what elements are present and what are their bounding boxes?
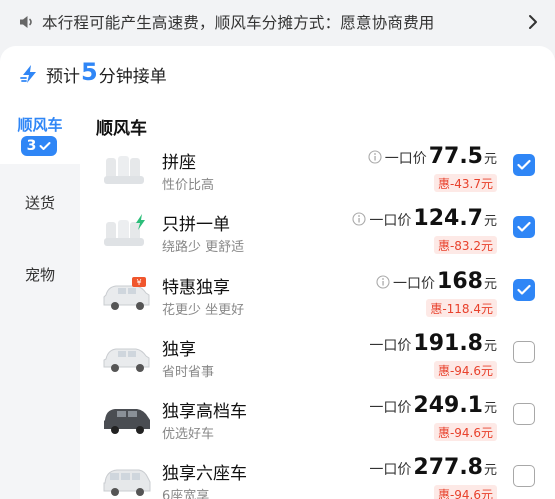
ride-name: 独享六座车 — [162, 464, 247, 484]
price-value: 124.7 — [413, 206, 483, 231]
discount-badge: 惠-94.6元 — [433, 423, 497, 441]
info-icon[interactable] — [352, 212, 366, 226]
eta-banner: 预计 5 分钟接单 — [20, 58, 167, 88]
ride-price: 一口价 77.5 元 — [368, 144, 497, 169]
suv-icon — [102, 401, 152, 437]
price-value: 77.5 — [428, 144, 483, 169]
ride-option-row[interactable]: 只拼一单绕路少 更舒适 一口价 124.7 元惠-83.2元 — [96, 204, 555, 264]
ride-checkbox[interactable] — [513, 465, 535, 487]
price-unit: 元 — [483, 401, 497, 416]
seats-icon — [102, 152, 152, 188]
ride-option-row[interactable]: 独享六座车 6座宽享 一口价 277.8 元惠-94.6元 — [96, 453, 555, 499]
price-label: 一口价 — [384, 151, 427, 167]
info-icon[interactable] — [376, 275, 390, 289]
ride-name: 独享 — [162, 340, 196, 360]
check-icon — [517, 284, 531, 295]
fast-pickup-icon — [20, 65, 36, 83]
seats-bolt-icon — [102, 214, 152, 250]
discount-badge: 惠-43.7元 — [433, 174, 497, 192]
price-value: 277.8 — [413, 455, 483, 480]
eta-prefix: 预计 — [46, 66, 80, 87]
price-value: 249.1 — [413, 393, 483, 418]
discount-badge: 惠-94.6元 — [433, 485, 497, 499]
notice-text: 本行程可能产生高速费，顺风车分摊方式：愿意协商费用 — [42, 14, 435, 32]
van-icon — [102, 463, 152, 499]
category-sidebar: 顺风车 3 送货 宠物 — [0, 102, 80, 499]
sidebar-item-label: 顺风车 — [17, 116, 63, 134]
price-label: 一口价 — [369, 462, 412, 478]
ride-name: 拼座 — [162, 153, 196, 173]
svg-text:¥: ¥ — [136, 278, 141, 287]
ride-subtitle: 花更少 坐更好 — [162, 303, 245, 318]
discount-badge: 惠-94.6元 — [433, 361, 497, 379]
info-icon[interactable] — [368, 150, 382, 164]
price-value: 191.8 — [413, 331, 483, 356]
ride-name: 独享高档车 — [162, 402, 247, 422]
ride-price: 一口价 168 元 — [376, 269, 497, 294]
sidebar-item-delivery[interactable]: 送货 — [0, 192, 80, 213]
ride-name: 特惠独享 — [162, 278, 230, 298]
ride-option-row[interactable]: 独享高档车优选好车 一口价 249.1 元惠-94.6元 — [96, 391, 555, 451]
ride-option-row[interactable]: 拼座性价比高 一口价 77.5 元惠-43.7元 — [96, 142, 555, 202]
ride-checkbox[interactable] — [513, 154, 535, 176]
ride-options-card: 预计 5 分钟接单 顺风车 3 送货 宠物 顺风车 拼座 性价比高 一口价 77.5 元… — [0, 46, 555, 499]
section-title: 顺风车 — [96, 114, 152, 140]
check-icon — [517, 159, 531, 170]
price-label: 一口价 — [393, 276, 436, 292]
car-icon — [102, 339, 152, 375]
ride-option-row[interactable]: 独享省时省事 一口价 191.8 元惠-94.6元 — [96, 329, 555, 389]
price-label: 一口价 — [369, 213, 412, 229]
ride-checkbox[interactable] — [513, 341, 535, 363]
speaker-icon — [20, 16, 32, 28]
selected-count-badge: 3 — [21, 136, 57, 156]
ride-subtitle: 性价比高 — [162, 178, 215, 193]
price-unit: 元 — [483, 339, 497, 354]
discount-badge: 惠-83.2元 — [433, 236, 497, 254]
sidebar-item-shunfengche[interactable]: 顺风车 3 — [0, 102, 80, 164]
eta-suffix: 分钟接单 — [98, 66, 167, 87]
ride-subtitle: 绕路少 更舒适 — [162, 240, 245, 255]
ride-checkbox[interactable] — [513, 216, 535, 238]
selected-count: 3 — [26, 138, 37, 154]
ride-subtitle: 省时省事 — [162, 365, 215, 380]
ride-price: 一口价 249.1 元 — [369, 393, 497, 418]
notice-bar[interactable]: 本行程可能产生高速费，顺风车分摊方式：愿意协商费用 — [0, 0, 555, 44]
chevron-right-icon[interactable] — [527, 13, 539, 31]
price-label: 一口价 — [369, 338, 412, 354]
sidebar-item-pets[interactable]: 宠物 — [0, 264, 80, 285]
ride-price: 一口价 124.7 元 — [352, 206, 497, 231]
ride-price: 一口价 277.8 元 — [369, 455, 497, 480]
ride-checkbox[interactable] — [513, 403, 535, 425]
ride-name: 只拼一单 — [162, 215, 230, 235]
car-coupon-icon: ¥ — [102, 277, 152, 313]
check-icon — [39, 142, 51, 150]
price-unit: 元 — [483, 152, 497, 167]
price-unit: 元 — [483, 463, 497, 478]
discount-badge: 惠-118.4元 — [426, 299, 497, 317]
ride-price: 一口价 191.8 元 — [369, 331, 497, 356]
ride-option-row[interactable]: ¥ 特惠独享花更少 坐更好 一口价 168 元惠-118.4元 — [96, 267, 555, 327]
price-unit: 元 — [483, 277, 497, 292]
ride-checkbox[interactable] — [513, 279, 535, 301]
ride-subtitle: 优选好车 — [162, 427, 215, 442]
price-label: 一口价 — [369, 400, 412, 416]
price-value: 168 — [437, 269, 483, 294]
eta-minutes: 5 — [81, 58, 98, 86]
ride-subtitle: 6座宽享 — [162, 489, 210, 499]
price-unit: 元 — [483, 214, 497, 229]
check-icon — [517, 221, 531, 232]
